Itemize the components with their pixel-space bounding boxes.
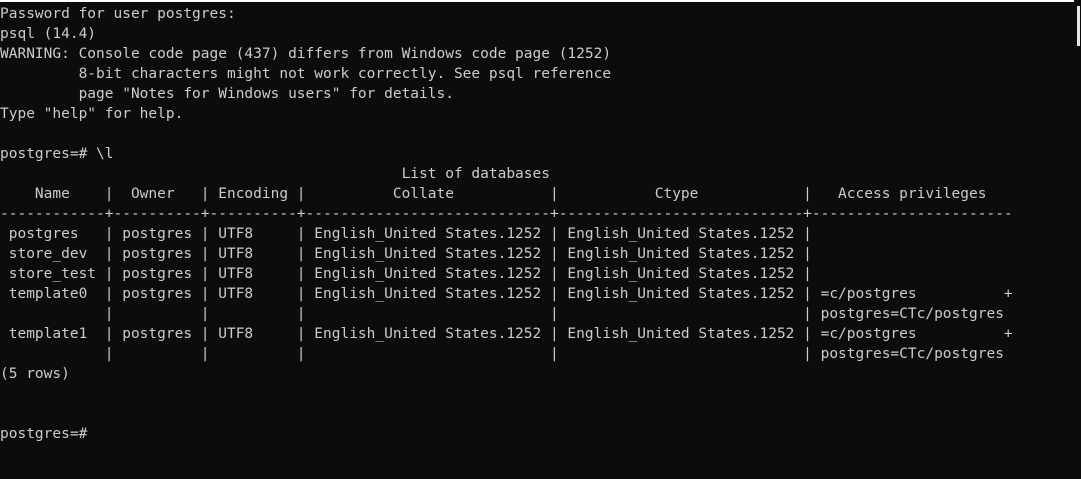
command-line: postgres=# \l	[0, 146, 114, 162]
table-row-continuation: | | | | | postgres=CTc/postgres	[0, 306, 1004, 322]
scrollbar-thumb[interactable]	[1077, 6, 1080, 46]
current-prompt[interactable]: postgres=#	[0, 424, 1013, 444]
terminal-window[interactable]: Password for user postgres: psql (14.4) WA…	[0, 0, 1074, 479]
table-row: template0 | postgres | UTF8 | English_Un…	[0, 286, 1013, 302]
help-hint-line: Type "help" for help.	[0, 106, 184, 122]
password-prompt-line: Password for user postgres:	[0, 6, 236, 22]
window-top-edge	[0, 0, 1081, 2]
psql-version-line: psql (14.4)	[0, 26, 97, 42]
table-row: store_dev | postgres | UTF8 | English_Un…	[0, 246, 812, 262]
table-row: store_test | postgres | UTF8 | English_U…	[0, 266, 812, 282]
table-separator: ------------+----------+----------+-----…	[0, 206, 1013, 222]
warning-line: WARNING: Console code page (437) differs…	[0, 46, 612, 62]
table-header: Name | Owner | Encoding | Collate | Ctyp…	[0, 186, 987, 202]
terminal-output[interactable]: Password for user postgres: psql (14.4) WA…	[0, 4, 1013, 444]
warning-line: page "Notes for Windows users" for detai…	[0, 86, 454, 102]
table-row: postgres | postgres | UTF8 | English_Uni…	[0, 226, 812, 242]
row-count-line: (5 rows)	[0, 366, 70, 382]
table-row-continuation: | | | | | postgres=CTc/postgres	[0, 346, 1004, 362]
vertical-scrollbar[interactable]	[1074, 0, 1081, 479]
warning-line: 8-bit characters might not work correctl…	[0, 66, 612, 82]
table-row: template1 | postgres | UTF8 | English_Un…	[0, 326, 1013, 342]
table-title: List of databases	[0, 166, 550, 182]
